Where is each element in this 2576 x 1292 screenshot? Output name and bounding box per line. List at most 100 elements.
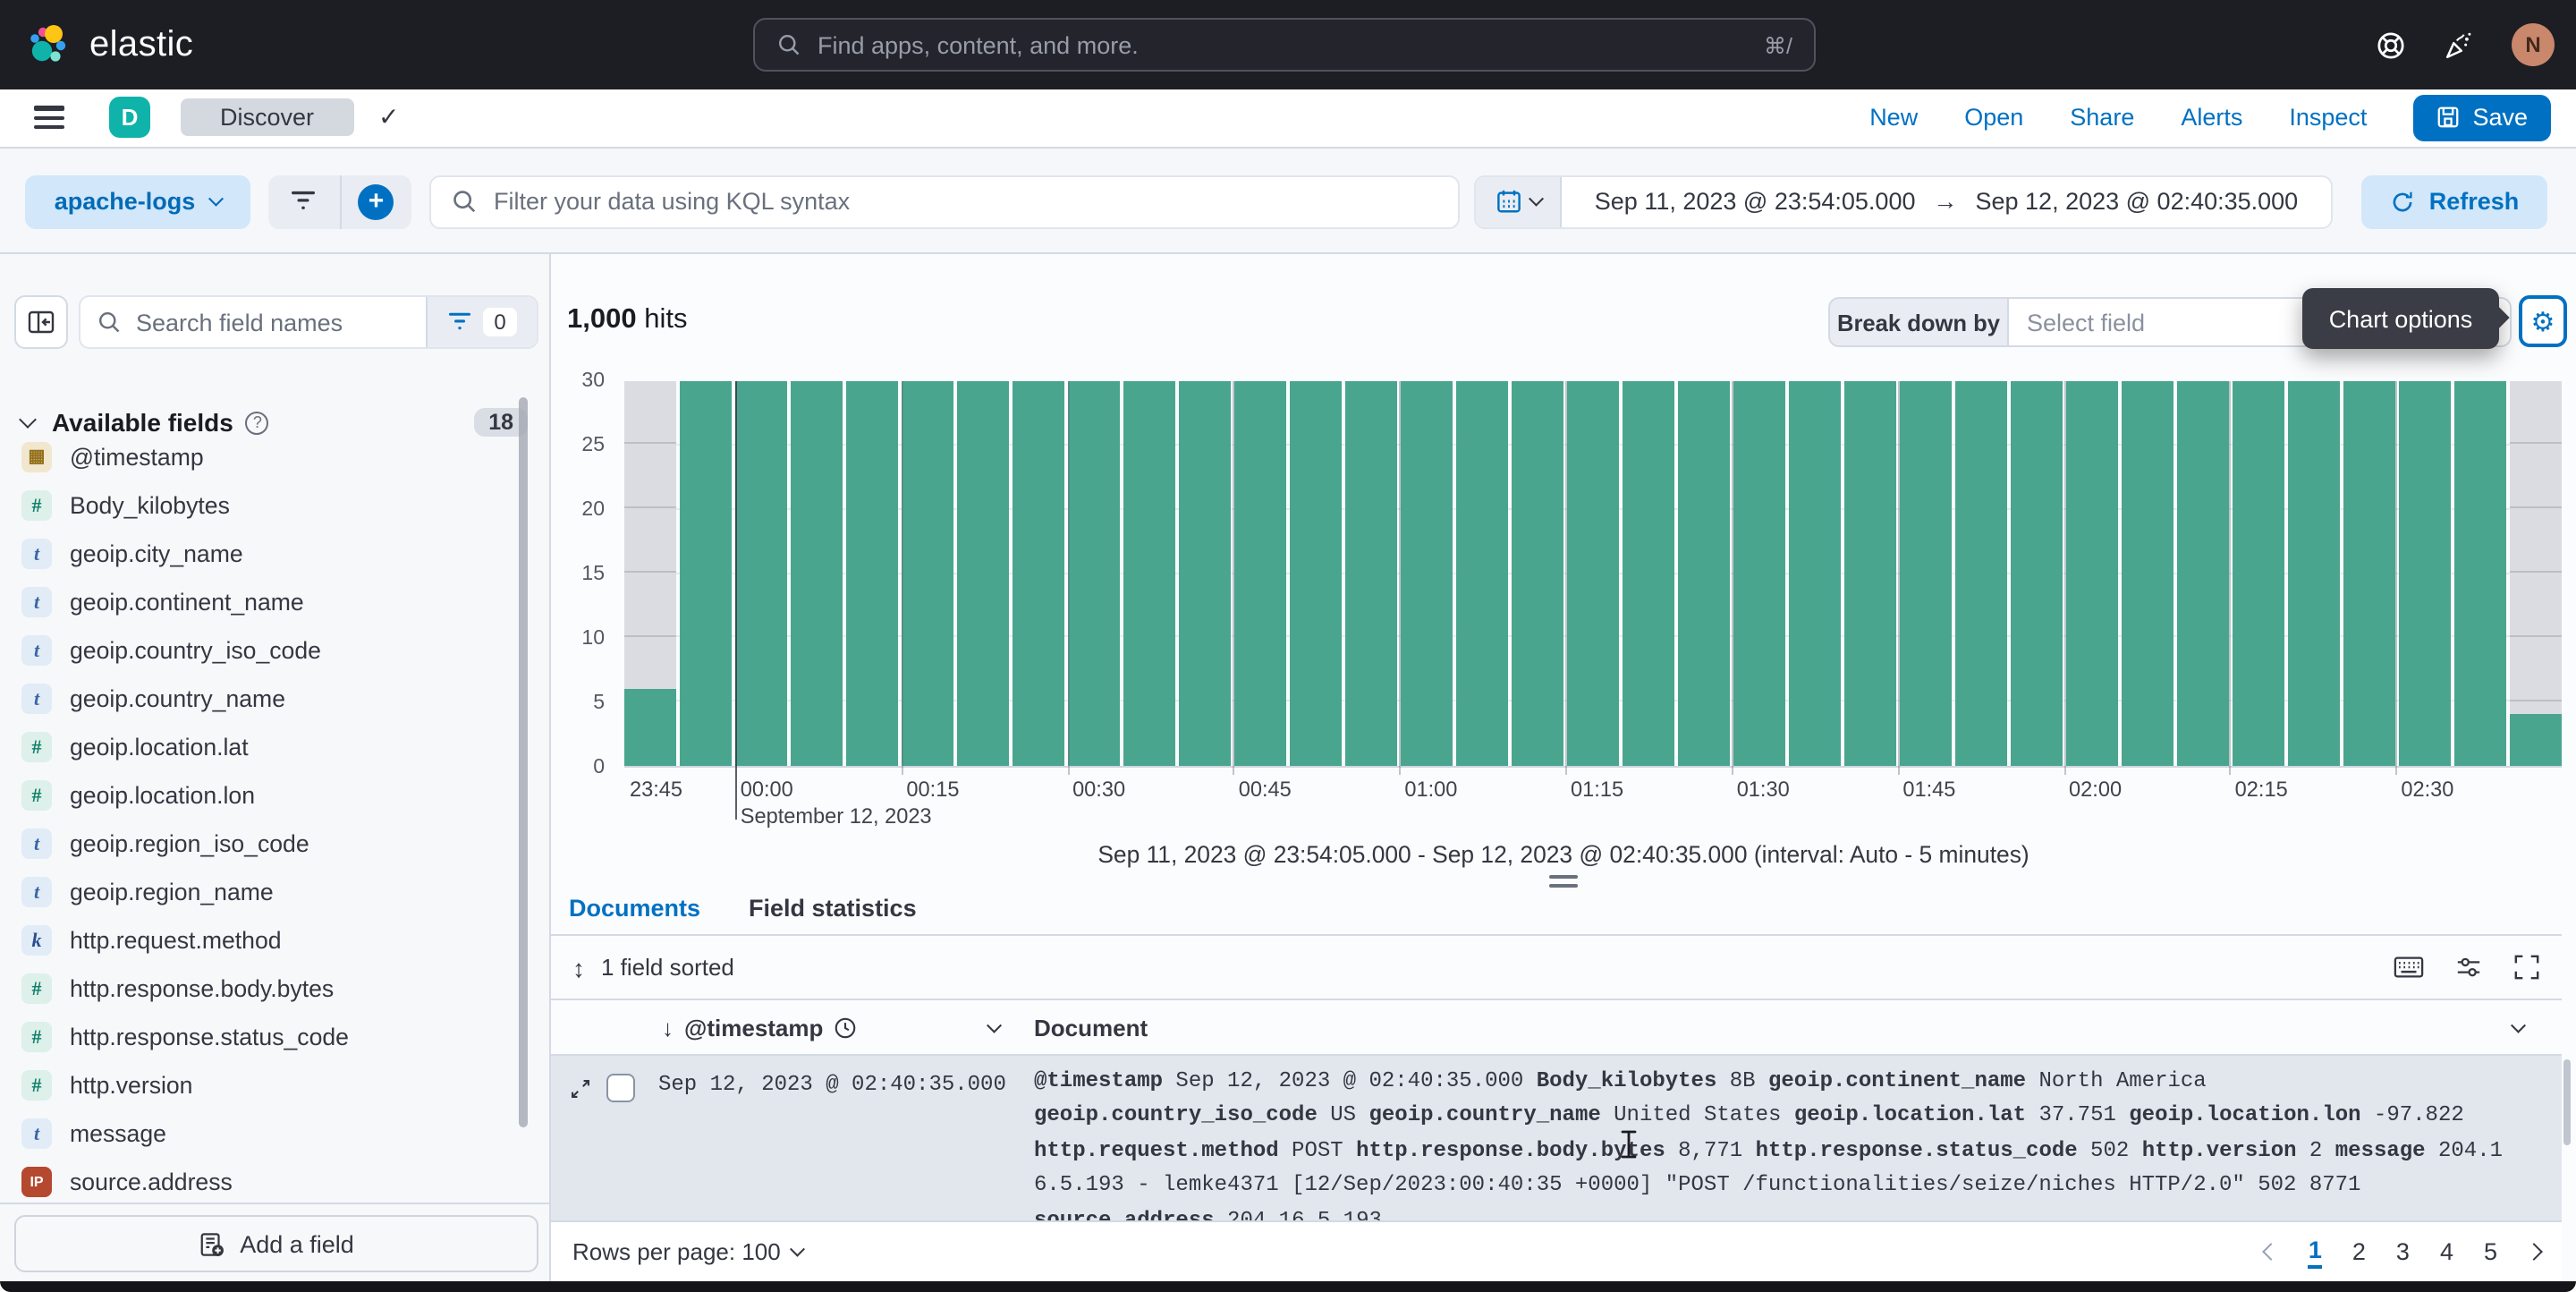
collapse-sidebar-button[interactable] bbox=[14, 295, 68, 349]
date-range-end[interactable]: Sep 12, 2023 @ 02:40:35.000 bbox=[1976, 188, 2299, 215]
field-search-input[interactable]: Search field names 0 bbox=[79, 295, 538, 349]
histogram-bar[interactable] bbox=[1068, 381, 1120, 766]
histogram-bar[interactable] bbox=[2288, 381, 2340, 766]
histogram-bar[interactable] bbox=[2177, 381, 2229, 766]
histogram-bar[interactable] bbox=[846, 381, 898, 766]
histogram-bar[interactable] bbox=[957, 381, 1009, 766]
document-column-header[interactable]: Document bbox=[1034, 1014, 1148, 1041]
page-3[interactable]: 3 bbox=[2396, 1238, 2410, 1265]
next-page-icon[interactable] bbox=[2525, 1243, 2543, 1261]
fullscreen-icon[interactable] bbox=[2513, 954, 2540, 981]
discover-app-icon[interactable]: D bbox=[109, 98, 150, 139]
news-icon[interactable] bbox=[2444, 30, 2474, 60]
tab-documents[interactable]: Documents bbox=[569, 895, 700, 934]
page-5[interactable]: 5 bbox=[2484, 1238, 2497, 1265]
global-search-input[interactable]: Find apps, content, and more. ⌘/ bbox=[753, 18, 1816, 72]
grid-scrollbar[interactable] bbox=[2563, 1059, 2571, 1145]
page-2[interactable]: 2 bbox=[2352, 1238, 2366, 1265]
histogram-bar[interactable] bbox=[1013, 381, 1064, 766]
histogram-bar[interactable] bbox=[2011, 381, 2063, 766]
nav-link-alerts[interactable]: Alerts bbox=[2181, 105, 2242, 132]
histogram-bar[interactable] bbox=[2233, 381, 2284, 766]
add-field-button[interactable]: Add a field bbox=[14, 1215, 538, 1272]
histogram-bar[interactable] bbox=[1955, 381, 2007, 766]
date-range-start[interactable]: Sep 11, 2023 @ 23:54:05.000 bbox=[1595, 188, 1916, 215]
histogram-bar[interactable] bbox=[2343, 381, 2395, 766]
histogram-bar[interactable] bbox=[2122, 381, 2174, 766]
histogram-bar[interactable] bbox=[1844, 381, 1896, 766]
field-item[interactable]: #http.response.body.bytes bbox=[14, 965, 513, 1013]
histogram-bar[interactable] bbox=[791, 381, 843, 766]
histogram-bar[interactable] bbox=[1567, 381, 1619, 766]
histogram-bar[interactable] bbox=[1623, 381, 1674, 766]
nav-link-open[interactable]: Open bbox=[1964, 105, 2023, 132]
document-row[interactable]: Sep 12, 2023 @ 02:40:35.000 @timestamp S… bbox=[551, 1056, 2562, 1220]
expand-row-icon[interactable] bbox=[569, 1077, 592, 1101]
elastic-brand[interactable]: elastic bbox=[25, 0, 193, 89]
histogram-bar[interactable] bbox=[1678, 381, 1730, 766]
sort-fields-icon[interactable]: ↕ bbox=[572, 953, 585, 982]
histogram-bar[interactable] bbox=[1456, 381, 1508, 766]
page-4[interactable]: 4 bbox=[2440, 1238, 2453, 1265]
calendar-menu-button[interactable] bbox=[1476, 176, 1562, 226]
refresh-button[interactable]: Refresh bbox=[2361, 174, 2547, 228]
histogram-bar[interactable] bbox=[1234, 381, 1286, 766]
row-checkbox[interactable] bbox=[606, 1074, 635, 1102]
field-item[interactable]: IPsource.address bbox=[14, 1158, 513, 1206]
chart-options-button[interactable]: ⚙ bbox=[2519, 295, 2567, 347]
histogram-bar[interactable] bbox=[2510, 381, 2562, 766]
field-item[interactable]: #http.response.status_code bbox=[14, 1013, 513, 1061]
histogram-bar[interactable] bbox=[1401, 381, 1453, 766]
field-item[interactable]: tgeoip.country_iso_code bbox=[14, 626, 513, 675]
field-item[interactable]: tgeoip.region_name bbox=[14, 868, 513, 916]
keyboard-shortcuts-icon[interactable] bbox=[2394, 956, 2424, 979]
resize-handle[interactable] bbox=[1549, 875, 1578, 888]
field-item[interactable]: tmessage bbox=[14, 1109, 513, 1158]
kql-query-input[interactable]: Filter your data using KQL syntax bbox=[429, 174, 1460, 228]
display-options-icon[interactable] bbox=[2454, 954, 2483, 981]
previous-page-icon[interactable] bbox=[2263, 1243, 2281, 1261]
histogram-bar[interactable] bbox=[1789, 381, 1841, 766]
field-item[interactable]: #Body_kilobytes bbox=[14, 481, 513, 530]
nav-link-share[interactable]: Share bbox=[2070, 105, 2134, 132]
field-item[interactable]: tgeoip.city_name bbox=[14, 530, 513, 578]
data-view-selector[interactable]: apache-logs bbox=[25, 174, 250, 228]
save-button[interactable]: Save bbox=[2413, 95, 2551, 141]
tab-field-statistics[interactable]: Field statistics bbox=[749, 895, 917, 934]
field-item[interactable]: tgeoip.country_name bbox=[14, 675, 513, 723]
histogram-bar[interactable] bbox=[735, 381, 787, 766]
histogram-bar[interactable] bbox=[2454, 381, 2506, 766]
page-1[interactable]: 1 bbox=[2309, 1236, 2322, 1268]
histogram-bar[interactable] bbox=[2399, 381, 2451, 766]
histogram-bar[interactable] bbox=[1179, 381, 1231, 766]
menu-icon[interactable] bbox=[34, 106, 64, 129]
field-filter-button[interactable]: 0 bbox=[426, 297, 537, 347]
field-item[interactable]: ▦@timestamp bbox=[14, 433, 513, 481]
add-filter-button[interactable]: + bbox=[339, 174, 411, 228]
field-item[interactable]: tgeoip.continent_name bbox=[14, 578, 513, 626]
histogram-bar[interactable] bbox=[1123, 381, 1175, 766]
field-item[interactable]: tgeoip.region_iso_code bbox=[14, 820, 513, 868]
field-item[interactable]: #geoip.location.lat bbox=[14, 723, 513, 771]
histogram-bar[interactable] bbox=[1733, 381, 1785, 766]
field-item[interactable]: khttp.request.method bbox=[14, 916, 513, 965]
chevron-down-icon[interactable] bbox=[2511, 1018, 2525, 1033]
histogram-bar[interactable] bbox=[624, 381, 676, 766]
avatar[interactable]: N bbox=[2512, 23, 2555, 66]
histogram-bar[interactable] bbox=[902, 381, 953, 766]
histogram-bar[interactable] bbox=[680, 381, 732, 766]
rows-per-page-button[interactable]: Rows per page: 100 bbox=[572, 1238, 803, 1265]
question-icon[interactable]: ? bbox=[246, 411, 269, 434]
help-icon[interactable] bbox=[2376, 30, 2406, 60]
sidebar-scrollbar[interactable] bbox=[519, 397, 528, 1127]
histogram-bar[interactable] bbox=[1290, 381, 1342, 766]
nav-link-new[interactable]: New bbox=[1869, 105, 1918, 132]
histogram-bar[interactable] bbox=[2066, 381, 2118, 766]
histogram-bar[interactable] bbox=[1512, 381, 1563, 766]
breadcrumb[interactable]: Discover bbox=[181, 99, 353, 137]
chevron-down-icon[interactable] bbox=[987, 1018, 1002, 1033]
histogram-bar[interactable] bbox=[1900, 381, 1952, 766]
nav-link-inspect[interactable]: Inspect bbox=[2289, 105, 2367, 132]
histogram-bar[interactable] bbox=[1345, 381, 1397, 766]
timestamp-column-header[interactable]: ↓ @timestamp bbox=[662, 1014, 857, 1041]
